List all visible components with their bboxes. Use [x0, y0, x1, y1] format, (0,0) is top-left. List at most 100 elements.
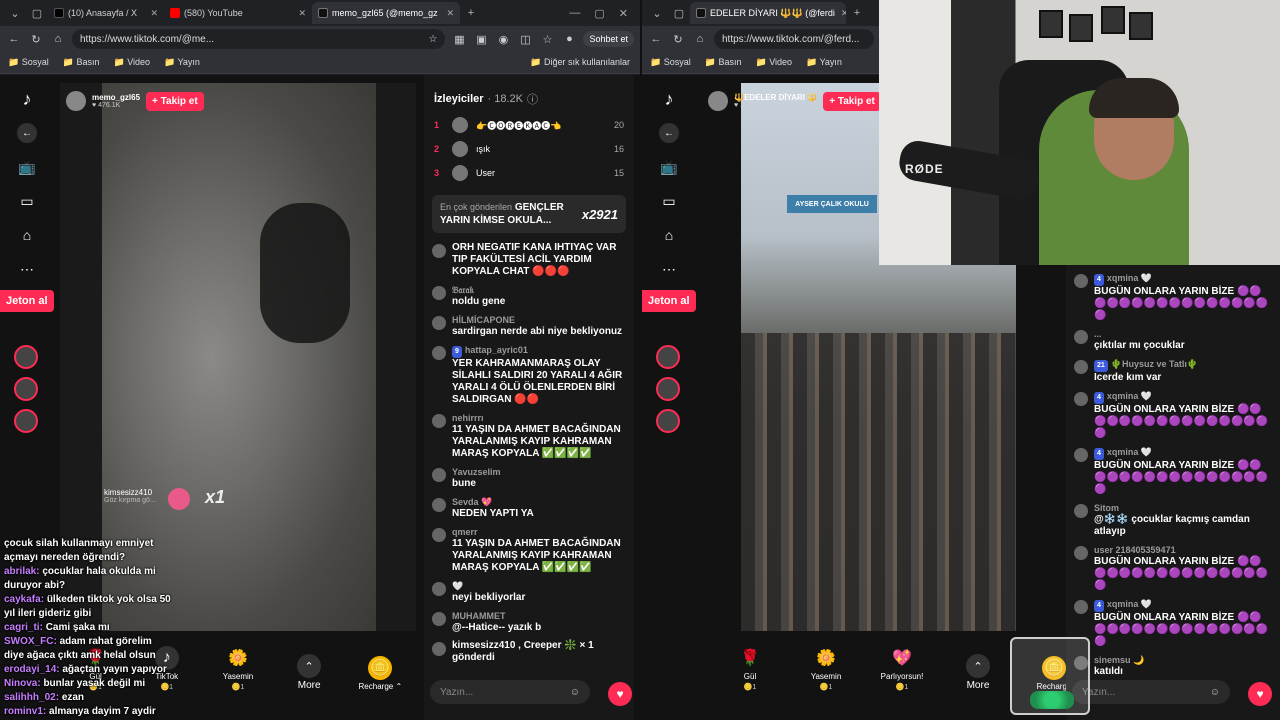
chat-input[interactable]: Yazın... ☺ — [430, 680, 590, 704]
chat-message[interactable]: user 218405359471 BUGÜN ONLARA YARIN BİZE… — [1066, 541, 1280, 595]
new-tab-icon[interactable]: + — [460, 2, 482, 24]
chat-username[interactable]: 21 🌵Huysuz ve Tatlı🌵 — [1094, 358, 1198, 372]
more-icon[interactable]: ⋯ — [657, 259, 681, 279]
chat-username[interactable]: sinemsu 🌙 — [1094, 654, 1144, 666]
chat-username[interactable]: qmerr — [452, 526, 626, 538]
back-circle-icon[interactable]: ← — [659, 123, 679, 143]
gift-yasemin[interactable]: 🌼 Yasemin 🪙1 — [213, 646, 263, 691]
chat-message[interactable]: 4 xqmina 🤍 BUGÜN ONLARA YARIN BİZE 🟣🟣🟣🟣🟣🟣🟣… — [1066, 387, 1280, 443]
profile-avatar[interactable]: ● — [561, 33, 577, 45]
host-name[interactable]: memo_gzl65 — [92, 93, 140, 102]
avatar[interactable] — [432, 528, 446, 542]
video-icon[interactable]: ▭ — [657, 191, 681, 211]
refresh-icon[interactable]: ↻ — [28, 33, 44, 46]
tab-actions-icon[interactable]: ⌄ — [4, 2, 26, 24]
like-heart-button[interactable]: ♥ — [1248, 682, 1272, 706]
bookmark-folder[interactable]: 📁 Yayın — [164, 57, 200, 68]
chat-message[interactable]: Sevda 💖 NEDEN YAPTI YA — [424, 493, 634, 523]
close-tab-icon[interactable]: ✕ — [440, 8, 454, 19]
chat-username[interactable]: HİLMİCAPONE — [452, 314, 622, 326]
chat-message[interactable]: 21 🌵Huysuz ve Tatlı🌵 Icerde kım var — [1066, 355, 1280, 387]
chat-username[interactable]: 4 xqmina 🤍 — [1094, 272, 1272, 286]
chat-message[interactable]: 𝔅𝔞𝔯𝔞𝔨 noldu gene — [424, 281, 634, 311]
tab-x[interactable]: (10) Anasayfa / X ✕ — [48, 2, 164, 24]
favorite-star-icon[interactable]: ☆ — [429, 34, 438, 45]
home-icon[interactable]: ⌂ — [692, 33, 708, 45]
avatar[interactable] — [432, 582, 446, 596]
more-icon[interactable]: ⋯ — [15, 259, 39, 279]
tiktok-logo-icon[interactable]: ♪ — [657, 89, 681, 109]
live-tv-icon[interactable]: 📺 — [15, 157, 39, 177]
gift-parliyorsun[interactable]: 💖 Parlıyorsun! 🪙1 — [877, 646, 927, 691]
bookmark-folder[interactable]: 📁 Yayın — [806, 57, 842, 68]
emoji-icon[interactable]: ☺ — [1210, 687, 1220, 698]
other-bookmarks[interactable]: 📁 Diğer sık kullanılanlar — [530, 57, 640, 68]
host-name[interactable]: 🔱EDELER DİYARI 🔱 — [734, 93, 817, 102]
bookmark-folder[interactable]: 📁 Video — [113, 57, 150, 68]
avatar[interactable] — [1074, 392, 1088, 406]
bookmark-folder[interactable]: 📁 Sosyal — [8, 57, 49, 68]
live-avatar[interactable] — [14, 377, 38, 401]
chat-username[interactable]: nehirrrı — [452, 412, 626, 424]
avatar[interactable] — [432, 642, 446, 656]
chat-message[interactable]: ORH NEGATIF KANA IHTIYAÇ VAR TIP FAKÜLTE… — [424, 239, 634, 281]
workspaces-icon[interactable]: ▢ — [26, 2, 48, 24]
avatar[interactable] — [432, 286, 446, 300]
more-gifts-button[interactable]: ⌃ More — [284, 654, 334, 691]
top-viewer-row[interactable]: 1 👉🅒🅞🅡🅔🅚🅐🅒👈 20 — [424, 113, 634, 137]
tiktok-logo-icon[interactable]: ♪ — [15, 89, 39, 109]
video-icon[interactable]: ▭ — [15, 191, 39, 211]
chat-username[interactable]: MUHAMMET — [452, 610, 541, 622]
refresh-icon[interactable]: ↻ — [670, 33, 686, 46]
avatar[interactable] — [432, 346, 446, 360]
back-icon[interactable]: ← — [6, 33, 22, 45]
split-screen-icon[interactable]: ◫ — [517, 33, 533, 46]
chat-username[interactable]: Yavuzselim — [452, 466, 501, 478]
follow-button[interactable]: + Takip et — [823, 91, 881, 111]
close-window-icon[interactable]: ✕ — [619, 7, 628, 20]
chat-username[interactable]: Sitom — [1094, 502, 1272, 514]
avatar[interactable] — [432, 414, 446, 428]
chat-message[interactable]: 🤍 neyi bekliyorlar — [424, 577, 634, 607]
chat-message[interactable]: 4 xqmina 🤍 BUGÜN ONLARA YARIN BİZE 🟣🟣🟣🟣🟣🟣🟣… — [1066, 443, 1280, 499]
home-icon[interactable]: ⌂ — [50, 33, 66, 45]
chat-username[interactable]: ... — [1094, 328, 1185, 340]
chat-username[interactable]: 4 xqmina 🤍 — [1094, 598, 1272, 612]
tab-tiktok[interactable]: EDELER DİYARI 🔱🔱 (@ferdi ✕ — [690, 2, 846, 24]
avatar[interactable] — [432, 498, 446, 512]
top-gift-banner[interactable]: En çok gönderilen GENÇLER YARIN KİMSE OK… — [432, 195, 626, 233]
chat-message[interactable]: nehirrrı 11 YAŞIN DA AHMET BACAĞINDAN YAR… — [424, 409, 634, 463]
close-tab-icon[interactable]: ✕ — [835, 8, 846, 19]
bookmark-folder[interactable]: 📁 Video — [755, 57, 792, 68]
chat-username[interactable]: 9 hattap_ayric01 — [452, 344, 626, 358]
close-tab-icon[interactable]: ✕ — [144, 8, 158, 19]
emoji-icon[interactable]: ☺ — [570, 687, 580, 698]
chat-message[interactable]: HİLMİCAPONE sardirgan nerde abi niye bekl… — [424, 311, 634, 341]
chat-input[interactable]: Yazın... ☺ — [1072, 680, 1230, 704]
home-icon[interactable]: ⌂ — [15, 225, 39, 245]
avatar[interactable] — [432, 612, 446, 626]
chat-message[interactable]: Yavuzselim bune — [424, 463, 634, 493]
back-icon[interactable]: ← — [648, 33, 664, 45]
close-tab-icon[interactable]: ✕ — [292, 8, 306, 19]
chat-username[interactable]: 𝔅𝔞𝔯𝔞𝔨 — [452, 284, 505, 296]
tab-youtube[interactable]: (580) YouTube ✕ — [164, 2, 312, 24]
recharge-button[interactable]: 🪙 Recharge ⌃ — [355, 656, 405, 691]
tab-tiktok[interactable]: memo_gzl65 (@memo_gz ✕ — [312, 2, 460, 24]
back-circle-icon[interactable]: ← — [17, 123, 37, 143]
avatar[interactable] — [1074, 546, 1088, 560]
avatar[interactable] — [1074, 274, 1088, 288]
top-viewer-row[interactable]: 3 User 15 — [424, 161, 634, 185]
bookmark-folder[interactable]: 📁 Basın — [705, 57, 742, 68]
live-tv-icon[interactable]: 📺 — [657, 157, 681, 177]
live-avatar[interactable] — [656, 377, 680, 401]
extension-icon[interactable]: ▦ — [451, 33, 467, 46]
extension-icon[interactable]: ▣ — [473, 33, 489, 46]
chat-message[interactable]: 9 hattap_ayric01 YER KAHRAMANMARAŞ OLAY Sİ… — [424, 341, 634, 409]
gift-yasemin[interactable]: 🌼 Yasemin 🪙1 — [801, 646, 851, 691]
chat-message[interactable]: MUHAMMET @--Hatice-- yazık b — [424, 607, 634, 637]
top-viewer-row[interactable]: 2 ışık 16 — [424, 137, 634, 161]
copilot-chat-button[interactable]: Sohbet et — [583, 31, 634, 47]
avatar[interactable] — [432, 244, 446, 258]
host-avatar[interactable] — [708, 91, 728, 111]
